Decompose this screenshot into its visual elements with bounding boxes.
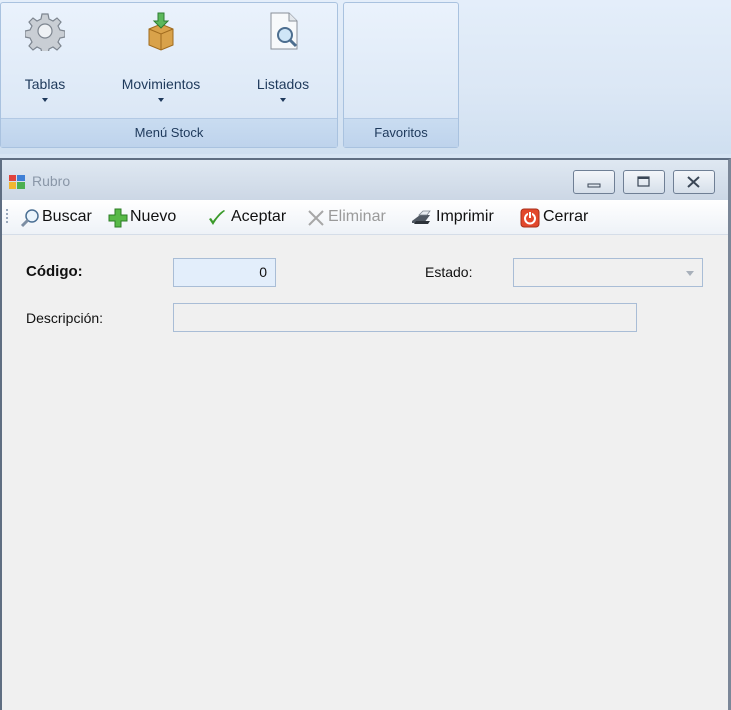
- toolbar-grip[interactable]: [6, 209, 8, 225]
- search-icon: [20, 209, 39, 228]
- tablas-label: Tablas: [24, 76, 66, 92]
- close-icon: [687, 176, 700, 188]
- buscar-label: Buscar: [42, 208, 92, 225]
- box-download-icon: [148, 12, 174, 51]
- movimientos-button[interactable]: Movimientos: [105, 11, 217, 102]
- cerrar-label: Cerrar: [543, 208, 589, 225]
- descripcion-label: Descripción:: [26, 310, 104, 326]
- aceptar-label: Aceptar: [231, 208, 287, 225]
- codigo-label: Código:: [26, 263, 83, 280]
- minimize-icon: [587, 183, 601, 188]
- ribbon-group-menu-stock: Tablas Movimientos Listados Menú Stock: [0, 2, 338, 148]
- aceptar-button[interactable]: Aceptar: [207, 207, 299, 227]
- form-area: Código: 0 Estado: Descripción:: [2, 235, 728, 710]
- cerrar-button[interactable]: Cerrar: [520, 207, 602, 228]
- imprimir-label: Imprimir: [436, 208, 494, 225]
- listados-button[interactable]: Listados: [247, 11, 319, 102]
- eliminar-label: Eliminar: [328, 208, 386, 225]
- toolbar: Buscar Nuevo Aceptar Eliminar Imprimir C…: [2, 200, 728, 235]
- restore-button[interactable]: [623, 170, 665, 194]
- nuevo-label: Nuevo: [130, 208, 177, 225]
- estado-label: Estado:: [425, 264, 473, 280]
- plus-icon: [108, 208, 128, 228]
- minimize-button[interactable]: [573, 170, 615, 194]
- group-label-menu-stock: Menú Stock: [1, 118, 337, 147]
- group-label-favoritos: Favoritos: [344, 118, 458, 147]
- nuevo-button[interactable]: Nuevo: [108, 207, 194, 228]
- imprimir-button[interactable]: Imprimir: [410, 207, 512, 227]
- document-search-icon: [270, 12, 298, 50]
- codigo-input[interactable]: 0: [173, 258, 276, 287]
- delete-x-icon: [308, 210, 324, 226]
- rubro-window: Rubro Buscar Nuevo Aceptar Eliminar Impr…: [0, 158, 731, 710]
- buscar-button[interactable]: Buscar: [20, 207, 102, 228]
- restore-icon: [637, 176, 650, 187]
- tablas-button[interactable]: Tablas: [15, 11, 75, 102]
- close-button[interactable]: [673, 170, 715, 194]
- power-icon: [520, 208, 540, 228]
- ribbon: Tablas Movimientos Listados Menú Stock F…: [0, 0, 731, 154]
- chevron-down-icon: [42, 98, 48, 102]
- estado-select[interactable]: [513, 258, 703, 287]
- app-window-icon: [9, 175, 25, 189]
- codigo-value: 0: [259, 264, 267, 280]
- eliminar-button[interactable]: Eliminar: [306, 207, 402, 227]
- checkmark-icon: [209, 210, 225, 225]
- listados-label: Listados: [256, 76, 310, 92]
- window-title: Rubro: [32, 173, 71, 189]
- descripcion-input[interactable]: [173, 303, 637, 332]
- ribbon-group-favoritos: Favoritos: [343, 2, 459, 148]
- chevron-down-icon: [686, 271, 694, 276]
- printer-icon: [412, 210, 431, 224]
- window-titlebar[interactable]: Rubro: [2, 160, 728, 200]
- chevron-down-icon: [280, 98, 286, 102]
- movimientos-label: Movimientos: [121, 76, 201, 92]
- chevron-down-icon: [158, 98, 164, 102]
- gear-icon: [24, 13, 66, 55]
